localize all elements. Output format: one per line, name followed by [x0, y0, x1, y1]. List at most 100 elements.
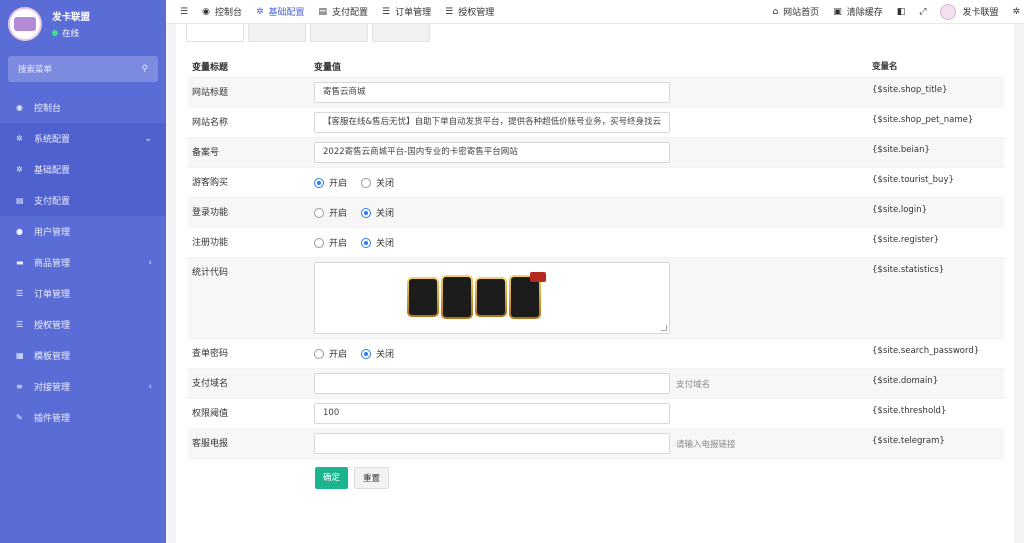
- gear-icon: ✲: [16, 134, 23, 143]
- menu-toggle-icon[interactable]: ☰: [180, 7, 188, 17]
- menu-icon: ☰: [16, 320, 24, 329]
- menu-icon: ☰: [16, 289, 24, 298]
- online-dot: [52, 30, 58, 36]
- trash-icon: ▣: [833, 6, 842, 17]
- resize-handle[interactable]: [661, 325, 667, 331]
- fullscreen-icon[interactable]: ⤢: [919, 7, 926, 17]
- sidebar-item-templates[interactable]: ▦ 模板管理: [0, 340, 166, 371]
- sidebar-menu: ◉ 控制台 ✲ 系统配置 ⌄ ✲ 基础配置 ▤ 支付配置 ● 用户管理 ▬ 商品管理 ‹ ☰ 订单…: [0, 92, 166, 433]
- table-row: 查单密码 开启 关闭 {$site.search_password}: [188, 339, 1004, 369]
- table-row: 支付域名 支付域名 {$site.domain}: [188, 369, 1004, 399]
- dashboard-icon: ◉: [16, 103, 23, 112]
- menu-icon: ☰: [445, 6, 454, 17]
- header-value: 变量值: [314, 63, 342, 73]
- login-on-radio[interactable]: [314, 207, 324, 218]
- register-on-radio[interactable]: [314, 237, 324, 248]
- beian-input[interactable]: 2022寄售云商城平台-国内专业的卡密寄售平台网站: [314, 142, 670, 163]
- avatar[interactable]: [8, 7, 42, 41]
- sidebar-item-basic-config[interactable]: ✲ 基础配置: [0, 154, 166, 185]
- clear-cache-button[interactable]: ▣ 清除缓存: [833, 5, 883, 19]
- tab-authorization[interactable]: ☰ 授权管理: [445, 5, 494, 19]
- watermark-graphic: [407, 272, 546, 319]
- telegram-hint: 请输入电报链接: [676, 439, 736, 450]
- sidebar-item-dashboard[interactable]: ◉ 控制台: [0, 92, 166, 123]
- table-row: 权限阈值 100 {$site.threshold}: [188, 399, 1004, 429]
- sidebar-item-integration[interactable]: ≡ 对接管理 ‹: [0, 371, 166, 402]
- table-row: 备案号 2022寄售云商城平台-国内专业的卡密寄售平台网站 {$site.bei…: [188, 138, 1004, 168]
- sidebar-item-payment-config[interactable]: ▤ 支付配置: [0, 185, 166, 216]
- login-off-radio[interactable]: [361, 207, 372, 218]
- tourist-buy-on-radio[interactable]: [314, 177, 324, 188]
- table-row: 网站名称 【客服在线&售后无忧】自助下单自动发货平台，提供各种超低价账号业务，买…: [188, 108, 1004, 138]
- sidebar-item-orders[interactable]: ☰ 订单管理: [0, 278, 166, 309]
- config-tab[interactable]: [372, 24, 430, 42]
- user-icon: ●: [16, 227, 23, 236]
- sidebar-item-plugins[interactable]: ✎ 插件管理: [0, 402, 166, 433]
- sidebar-item-users[interactable]: ● 用户管理: [0, 216, 166, 247]
- confirm-button[interactable]: 确定: [315, 467, 349, 489]
- tourist-buy-off-radio[interactable]: [361, 177, 372, 188]
- avatar: [940, 3, 957, 20]
- register-off-radio[interactable]: [361, 237, 372, 248]
- config-tab[interactable]: [248, 24, 306, 42]
- profile-status: 在线: [62, 29, 80, 39]
- tab-basic-config[interactable]: ✲ 基础配置: [255, 5, 305, 19]
- form-actions: 确定 重置: [188, 459, 1004, 489]
- shop-title-input[interactable]: 寄售云商城: [314, 82, 670, 103]
- table-row: 登录功能 开启 关闭 {$site.login}: [188, 198, 1004, 228]
- telegram-input[interactable]: [314, 433, 670, 454]
- domain-hint: 支付域名: [676, 379, 711, 390]
- reset-button[interactable]: 重置: [354, 467, 390, 489]
- header-var: 变量名: [872, 62, 898, 72]
- sidebar-item-authorization[interactable]: ☰ 授权管理: [0, 309, 166, 340]
- sliders-icon: ≡: [16, 382, 23, 391]
- theme-icon[interactable]: ◧: [897, 7, 906, 17]
- table-icon: ▦: [16, 351, 24, 360]
- table-row: 网站标题 寄售云商城 {$site.shop_title}: [188, 78, 1004, 108]
- list-icon: ▤: [16, 196, 24, 205]
- home-icon: ⌂: [772, 6, 779, 17]
- sidebar: 发卡联盟 在线 搜索菜单 ⚲ ◉ 控制台 ✲ 系统配置 ⌄ ✲ 基础配置 ▤ 支付配置 ●…: [0, 0, 166, 543]
- dashboard-icon: ◉: [202, 6, 210, 17]
- chevron-left-icon: ‹: [148, 381, 152, 392]
- sidebar-item-system-config[interactable]: ✲ 系统配置 ⌄: [0, 123, 166, 154]
- domain-input[interactable]: [314, 373, 670, 394]
- threshold-input[interactable]: 100: [314, 403, 670, 424]
- table-row: 注册功能 开启 关闭 {$site.register}: [188, 228, 1004, 258]
- profile-name: 发卡联盟: [52, 12, 91, 23]
- table-row: 客服电报 请输入电报链接 {$site.telegram}: [188, 429, 1004, 459]
- config-tabs: [176, 24, 1014, 42]
- list-icon: ▤: [318, 6, 328, 17]
- table-row: 游客购买 开启 关闭 {$site.tourist_buy}: [188, 168, 1004, 198]
- topbar: ☰ ◉ 控制台 ✲ 基础配置 ▤ 支付配置 ☰ 订单管理 ☰ 授权管理 ⌂ 网站首页 ▣ 清除…: [166, 0, 1024, 24]
- topbar-right: ⌂ 网站首页 ▣ 清除缓存 ◧ ⤢ 发卡联盟 ✲: [772, 3, 1024, 20]
- tab-orders[interactable]: ☰ 订单管理: [382, 5, 431, 19]
- tab-payment-config[interactable]: ▤ 支付配置: [318, 5, 369, 19]
- chevron-down-icon: ⌄: [144, 133, 152, 144]
- user-menu[interactable]: 发卡联盟: [940, 3, 998, 20]
- menu-icon: ☰: [382, 6, 391, 17]
- site-home-link[interactable]: ⌂ 网站首页: [772, 5, 819, 19]
- search-password-on-radio[interactable]: [314, 348, 324, 359]
- menu-search[interactable]: 搜索菜单 ⚲: [8, 56, 158, 82]
- config-tab[interactable]: [186, 24, 244, 42]
- table-header: 变量标题 变量值 变量名: [188, 56, 1004, 78]
- menu-search-placeholder: 搜索菜单: [18, 65, 53, 75]
- search-icon[interactable]: ⚲: [142, 64, 148, 74]
- sidebar-item-products[interactable]: ▬ 商品管理 ‹: [0, 247, 166, 278]
- cart-icon: ▬: [16, 258, 24, 267]
- gear-icon: ✲: [16, 165, 23, 174]
- settings-gear-icon[interactable]: ✲: [1012, 7, 1020, 17]
- watermark-logo: [402, 268, 552, 326]
- main-content: 变量标题 变量值 变量名 网站标题 寄售云商城 {$site.shop_titl…: [176, 24, 1014, 543]
- search-password-off-radio[interactable]: [361, 348, 372, 359]
- gear-icon: ✲: [255, 6, 264, 17]
- config-form: 变量标题 变量值 变量名 网站标题 寄售云商城 {$site.shop_titl…: [188, 56, 1004, 489]
- tab-dashboard[interactable]: ◉ 控制台: [202, 5, 242, 19]
- chevron-left-icon: ‹: [148, 257, 152, 268]
- plug-icon: ✎: [16, 413, 23, 422]
- header-title: 变量标题: [192, 63, 229, 73]
- config-tab[interactable]: [310, 24, 368, 42]
- profile: 发卡联盟 在线: [0, 0, 166, 48]
- shop-pet-name-input[interactable]: 【客服在线&售后无忧】自助下单自动发货平台，提供各种超低价账号业务，买号终身找云: [314, 112, 670, 133]
